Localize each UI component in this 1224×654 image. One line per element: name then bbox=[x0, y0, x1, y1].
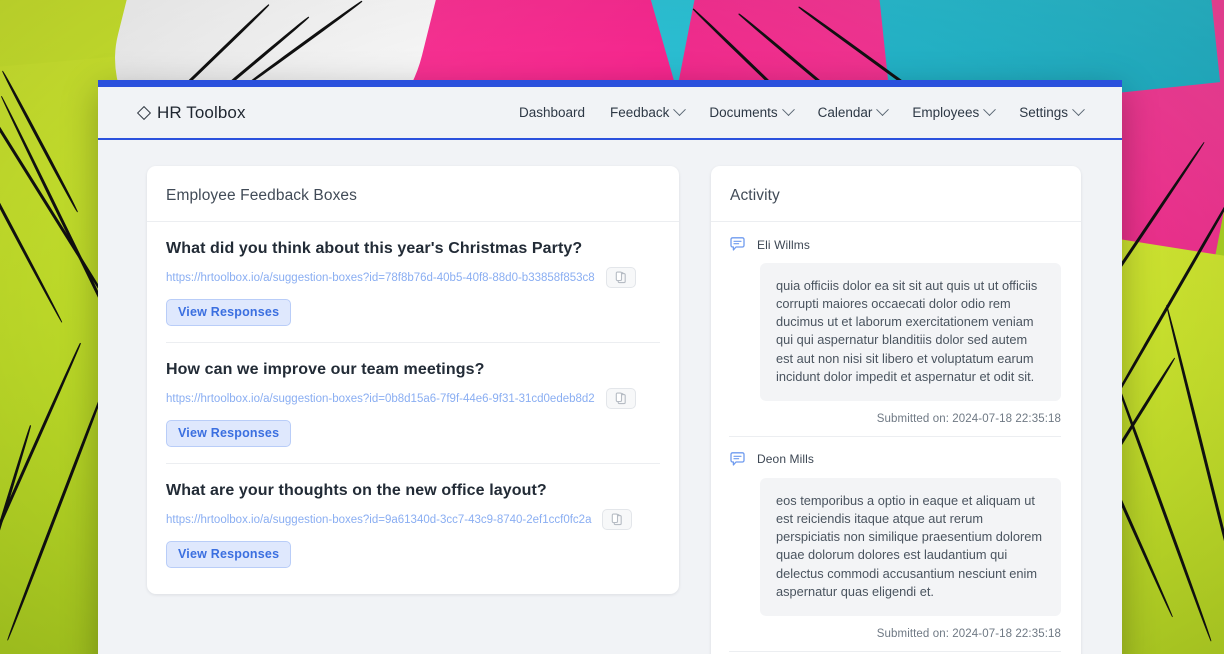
feedback-link-row: https://hrtoolbox.io/a/suggestion-boxes?… bbox=[166, 267, 660, 288]
clipboard-copy-icon bbox=[612, 513, 623, 526]
nav-item-documents[interactable]: Documents bbox=[709, 103, 795, 120]
main-navigation: Dashboard Feedback Documents Calendar Em… bbox=[519, 103, 1085, 120]
activity-list: Eli Willms quia officiis dolor ea sit si… bbox=[711, 222, 1081, 654]
page-content: Employee Feedback Boxes What did you thi… bbox=[98, 140, 1122, 654]
copy-link-button[interactable] bbox=[602, 509, 633, 530]
activity-author-row: Deon Mills bbox=[729, 451, 1061, 468]
chevron-down-icon bbox=[781, 103, 795, 117]
view-responses-button[interactable]: View Responses bbox=[166, 420, 292, 447]
chevron-down-icon bbox=[1072, 103, 1085, 117]
activity-timestamp: Submitted on: 2024-07-18 22:35:18 bbox=[876, 412, 1061, 425]
chevron-down-icon bbox=[983, 103, 997, 117]
activity-author-row: Eli Willms bbox=[729, 236, 1061, 253]
view-responses-button[interactable]: View Responses bbox=[166, 299, 292, 326]
comment-bubble-icon bbox=[730, 237, 745, 251]
activity-author: Eli Willms bbox=[757, 237, 810, 252]
feedback-panel-title: Employee Feedback Boxes bbox=[147, 166, 679, 222]
nav-item-dashboard[interactable]: Dashboard bbox=[519, 105, 585, 120]
app-viewport: HR Toolbox Dashboard Feedback Documents bbox=[98, 87, 1122, 654]
feedback-link-row: https://hrtoolbox.io/a/suggestion-boxes?… bbox=[166, 509, 660, 530]
diamond-icon bbox=[136, 105, 152, 120]
comment-bubble-icon bbox=[730, 452, 745, 466]
clipboard-copy-icon bbox=[615, 271, 626, 284]
nav-item-employees[interactable]: Employees bbox=[912, 103, 997, 120]
feedback-share-link[interactable]: https://hrtoolbox.io/a/suggestion-boxes?… bbox=[166, 393, 595, 405]
nav-item-feedback[interactable]: Feedback bbox=[610, 103, 687, 120]
feedback-boxes-card: Employee Feedback Boxes What did you thi… bbox=[147, 166, 679, 594]
brand-name: HR Toolbox bbox=[157, 102, 246, 122]
window-top-accent-bar bbox=[98, 80, 1122, 87]
app-header: HR Toolbox Dashboard Feedback Documents bbox=[98, 87, 1122, 140]
feedback-box-item: How can we improve our team meetings? ht… bbox=[166, 343, 660, 464]
nav-label: Employees bbox=[912, 105, 980, 120]
activity-item: Deon Mills eos temporibus a optio in eaq… bbox=[729, 437, 1061, 652]
view-responses-button[interactable]: View Responses bbox=[166, 541, 292, 568]
feedback-link-row: https://hrtoolbox.io/a/suggestion-boxes?… bbox=[166, 388, 660, 409]
activity-author: Deon Mills bbox=[757, 452, 815, 467]
nav-item-settings[interactable]: Settings bbox=[1019, 103, 1085, 120]
activity-card: Activity Eli Willms quia officiis dolor … bbox=[711, 166, 1081, 654]
brand-logo[interactable]: HR Toolbox bbox=[136, 102, 246, 123]
feedback-share-link[interactable]: https://hrtoolbox.io/a/suggestion-boxes?… bbox=[166, 272, 595, 284]
chevron-down-icon bbox=[876, 103, 890, 117]
nav-label: Feedback bbox=[610, 105, 670, 120]
desktop: HR Toolbox Dashboard Feedback Documents bbox=[0, 0, 1224, 654]
feedback-question: How can we improve our team meetings? bbox=[166, 361, 485, 378]
chevron-down-icon bbox=[673, 103, 687, 117]
app-window: HR Toolbox Dashboard Feedback Documents bbox=[98, 80, 1122, 654]
activity-item: Eli Willms quia officiis dolor ea sit si… bbox=[729, 222, 1061, 437]
activity-comment: quia officiis dolor ea sit sit aut quis … bbox=[760, 263, 1061, 401]
activity-timestamp: Submitted on: 2024-07-18 22:35:18 bbox=[876, 627, 1061, 640]
nav-label: Calendar bbox=[817, 105, 873, 120]
nav-label: Documents bbox=[709, 105, 778, 120]
nav-label: Settings bbox=[1019, 105, 1068, 120]
copy-link-button[interactable] bbox=[605, 267, 636, 288]
feedback-question: What did you think about this year's Chr… bbox=[166, 240, 583, 257]
feedback-box-item: What are your thoughts on the new office… bbox=[166, 464, 660, 594]
nav-item-calendar[interactable]: Calendar bbox=[817, 103, 890, 120]
feedback-share-link[interactable]: https://hrtoolbox.io/a/suggestion-boxes?… bbox=[166, 514, 591, 526]
activity-comment: eos temporibus a optio in eaque et aliqu… bbox=[760, 477, 1061, 616]
copy-link-button[interactable] bbox=[605, 388, 636, 409]
clipboard-copy-icon bbox=[615, 392, 626, 405]
activity-panel-title: Activity bbox=[711, 166, 1081, 222]
feedback-box-list: What did you think about this year's Chr… bbox=[147, 222, 679, 594]
nav-label: Dashboard bbox=[519, 105, 586, 120]
feedback-question: What are your thoughts on the new office… bbox=[166, 482, 547, 499]
feedback-box-item: What did you think about this year's Chr… bbox=[166, 222, 660, 343]
